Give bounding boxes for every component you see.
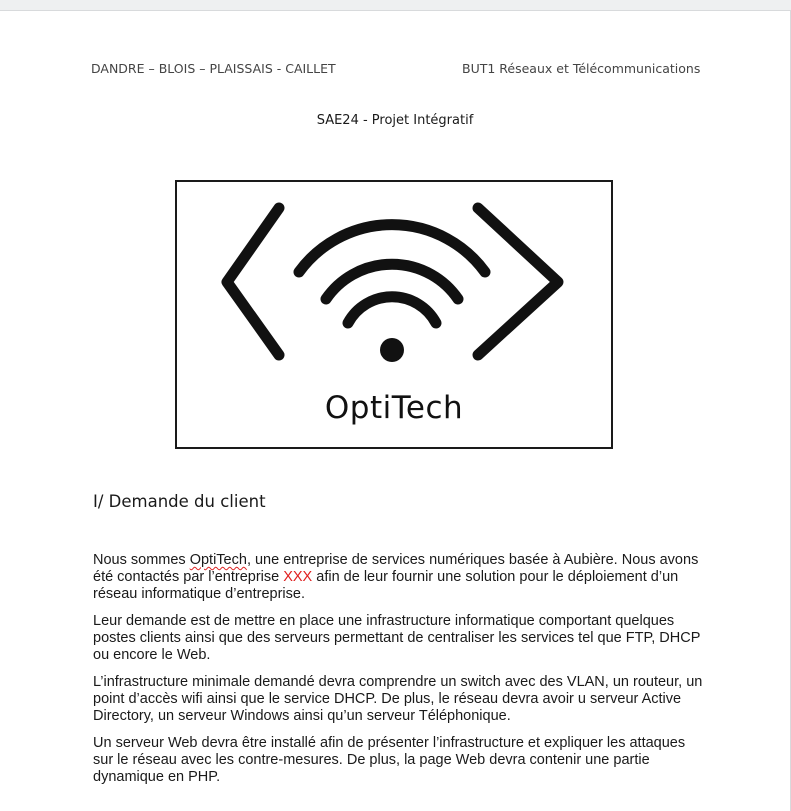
- document-subtitle: SAE24 - Projet Intégratif: [316, 113, 474, 128]
- document-page: DANDRE – BLOIS – PLAISSAIS - CAILLET BUT…: [0, 10, 791, 811]
- logo-wordmark: OptiTech: [324, 390, 464, 426]
- section-heading: I/ Demande du client: [93, 492, 266, 511]
- header-authors: DANDRE – BLOIS – PLAISSAIS - CAILLET: [91, 61, 336, 76]
- placeholder-company: XXX: [283, 569, 313, 585]
- document-body: Nous sommes OptiTech, une entreprise de …: [93, 552, 705, 796]
- p1-text-a: Nous sommes: [93, 552, 190, 568]
- paragraph-1: Nous sommes OptiTech, une entreprise de …: [93, 552, 705, 603]
- header-program: BUT1 Réseaux et Télécommunications: [462, 61, 701, 76]
- spellcheck-word[interactable]: OptiTech: [190, 552, 247, 568]
- left-bracket-icon: [221, 202, 285, 361]
- right-bracket-icon: [472, 202, 564, 361]
- wifi-arc-inner: [342, 291, 442, 329]
- paragraph-2: Leur demande est de mettre en place une …: [93, 613, 701, 663]
- paragraph-4: Un serveur Web devra être installé afin …: [93, 735, 686, 785]
- paragraph-3: L’infrastructure minimale demandé devra …: [93, 674, 703, 724]
- wifi-dot: [380, 338, 404, 362]
- company-logo: OptiTech: [175, 180, 613, 449]
